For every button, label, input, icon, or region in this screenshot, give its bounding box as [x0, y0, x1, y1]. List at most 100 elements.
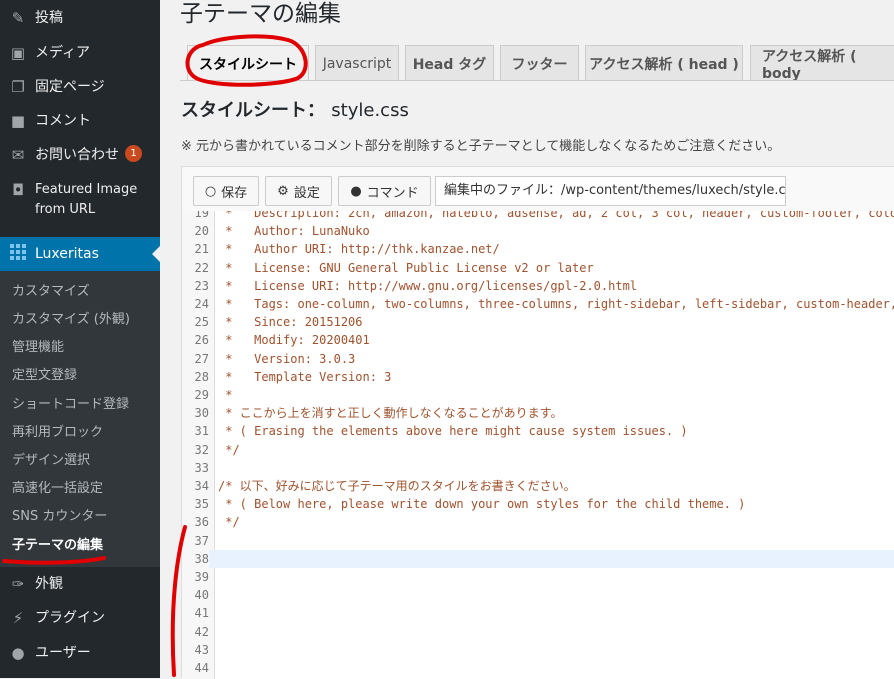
tab-stylesheet[interactable]: スタイルシート — [187, 45, 309, 81]
menu-plugins[interactable]: ⚡ プラグイン — [0, 608, 160, 628]
code-line[interactable]: 30 * ここから上を消すと正しく動作しなくなることがあります。 — [182, 404, 894, 422]
line-number: 21 — [194, 242, 209, 257]
menu-appearance[interactable]: ✑ 外観 — [0, 574, 160, 594]
menu-media[interactable]: ▣ メディア — [0, 43, 160, 63]
line-number: 37 — [194, 533, 209, 548]
settings-button-label: 設定 — [293, 185, 320, 201]
code-line[interactable]: 41 — [182, 604, 894, 622]
code-line[interactable]: 28 * Template Version: 3 — [182, 368, 894, 386]
line-text: * Author: LunaNuko — [218, 224, 370, 239]
admin-sidebar: ✎ 投稿 ▣ メディア ❐ 固定ページ ■ コメント ✉ お問い合わせ 1 ◘ … — [0, 0, 160, 678]
line-text: * ( Erasing the elements above here migh… — [218, 424, 688, 439]
submenu-customize[interactable]: カスタマイズ — [12, 283, 90, 301]
notification-badge: 1 — [125, 145, 142, 162]
submenu-shortcodes[interactable]: ショートコード登録 — [12, 396, 129, 414]
line-number: 33 — [194, 460, 209, 475]
submenu-customize-appearance[interactable]: カスタマイズ (外観) — [12, 311, 130, 329]
code-line[interactable]: 39 — [182, 568, 894, 586]
tab-javascript[interactable]: Javascript — [315, 45, 399, 81]
code-line[interactable]: 26 * Modify: 20200401 — [182, 331, 894, 349]
line-number: 27 — [194, 351, 209, 366]
menu-luxeritas[interactable]: Luxeritas — [0, 237, 160, 271]
menu-featured-image-label: Featured Image from URL — [35, 182, 138, 217]
code-line[interactable]: 38 — [182, 549, 894, 568]
menu-pages[interactable]: ❐ 固定ページ — [0, 77, 160, 97]
submenu-sns-counter[interactable]: SNS カウンター — [12, 508, 107, 526]
menu-media-label: メディア — [35, 45, 91, 61]
line-text: /* 以下、好みに応じて子テーマ用のスタイルをお書きください。 — [218, 479, 576, 493]
menu-appearance-label: 外観 — [35, 576, 63, 592]
line-number: 31 — [194, 424, 209, 439]
line-text: * Description: 2ch, amazon, hateblo, ads… — [218, 211, 894, 220]
menu-users[interactable]: ● ユーザー — [0, 643, 160, 663]
lightbulb-icon: ● — [350, 183, 362, 199]
luxeritas-submenu: カスタマイズ カスタマイズ (外観) 管理機能 定型文登録 ショートコード登録 … — [0, 271, 160, 567]
comment-icon: ■ — [10, 112, 26, 130]
menu-luxeritas-label: Luxeritas — [35, 246, 99, 262]
submenu-speed-settings[interactable]: 高速化一括設定 — [12, 480, 103, 498]
code-line[interactable]: 40 — [182, 586, 894, 604]
line-number: 36 — [194, 515, 209, 530]
sheet-heading-label: スタイルシート： — [181, 100, 325, 121]
sheet-heading: スタイルシート： style.css — [181, 96, 409, 122]
code-line[interactable]: 27 * Version: 3.0.3 — [182, 350, 894, 368]
code-line[interactable]: 24 * Tags: one-column, two-columns, thre… — [182, 295, 894, 313]
camera-icon: ◘ — [12, 181, 24, 199]
code-line[interactable]: 21 * Author URI: http://thk.kanzae.net/ — [182, 240, 894, 258]
tab-analytics-body[interactable]: アクセス解析 ( body — [750, 45, 894, 82]
code-editor[interactable]: 19 * Description: 2ch, amazon, hateblo, … — [182, 211, 894, 679]
save-button[interactable]: ○ 保存 — [193, 176, 259, 206]
submenu-child-theme-edit[interactable]: 子テーマの編集 — [12, 537, 103, 555]
code-line[interactable]: 29 * — [182, 386, 894, 404]
editing-file-field[interactable]: 編集中のファイル：/wp-content/themes/luxech/style… — [435, 176, 786, 206]
menu-posts[interactable]: ✎ 投稿 — [0, 8, 160, 28]
code-line[interactable]: 43 — [182, 641, 894, 659]
line-text: */ — [218, 442, 240, 457]
line-text: * Template Version: 3 — [218, 369, 392, 384]
menu-featured-image[interactable]: ◘ Featured Image from URL — [0, 180, 160, 220]
circle-icon: ○ — [204, 183, 217, 199]
line-text: * License: GNU General Public License v2… — [218, 260, 594, 275]
settings-button[interactable]: ⚙ 設定 — [265, 176, 332, 206]
code-line[interactable]: 37 — [182, 532, 894, 550]
line-number: 26 — [194, 333, 209, 348]
code-line[interactable]: 33 — [182, 459, 894, 477]
submenu-design-select[interactable]: デザイン選択 — [12, 452, 90, 470]
save-button-label: 保存 — [221, 185, 248, 201]
line-number: 30 — [194, 406, 209, 421]
code-line[interactable]: 36 */ — [182, 513, 894, 531]
menu-comments[interactable]: ■ コメント — [0, 111, 160, 131]
menu-posts-label: 投稿 — [35, 10, 63, 26]
code-line[interactable]: 42 — [182, 623, 894, 641]
code-line[interactable]: 19 * Description: 2ch, amazon, hateblo, … — [182, 211, 894, 222]
menu-comments-label: コメント — [35, 113, 91, 129]
gear-icon: ⚙ — [277, 183, 289, 199]
tab-analytics-head[interactable]: アクセス解析 ( head ) — [585, 45, 743, 81]
command-button[interactable]: ● コマンド — [338, 176, 431, 206]
code-line[interactable]: 22 * License: GNU General Public License… — [182, 259, 894, 277]
submenu-reusable-blocks[interactable]: 再利用ブロック — [12, 424, 103, 442]
editor-toolbar: ○ 保存 ⚙ 設定 ● コマンド 編集中のファイル：/wp-content/th… — [182, 167, 894, 211]
editor-panel: ○ 保存 ⚙ 設定 ● コマンド 編集中のファイル：/wp-content/th… — [181, 166, 894, 679]
code-line[interactable]: 31 * ( Erasing the elements above here m… — [182, 422, 894, 440]
code-line[interactable]: 20 * Author: LunaNuko — [182, 222, 894, 240]
tab-footer[interactable]: フッター — [500, 45, 579, 81]
line-number: 19 — [194, 211, 209, 220]
code-line[interactable]: 35 * ( Below here, please write down you… — [182, 495, 894, 513]
media-icon: ▣ — [10, 44, 26, 62]
code-line[interactable]: 25 * Since: 20151206 — [182, 313, 894, 331]
code-line[interactable]: 34 /* 以下、好みに応じて子テーマ用のスタイルをお書きください。 — [182, 477, 894, 495]
menu-contact[interactable]: ✉ お問い合わせ 1 — [0, 145, 160, 165]
submenu-phrases[interactable]: 定型文登録 — [12, 367, 77, 385]
line-number: 32 — [194, 442, 209, 457]
tab-head[interactable]: Head タグ — [405, 45, 494, 81]
submenu-admin-functions[interactable]: 管理機能 — [12, 339, 64, 357]
code-line[interactable]: 32 */ — [182, 441, 894, 459]
line-number: 43 — [194, 642, 209, 657]
menu-plugins-label: プラグイン — [35, 610, 105, 626]
notice-text: ※ 元から書かれているコメント部分を削除すると子テーマとして機能しなくなるためご… — [181, 139, 781, 154]
code-line[interactable]: 23 * License URI: http://www.gnu.org/lic… — [182, 277, 894, 295]
line-text: */ — [218, 515, 240, 530]
code-line[interactable]: 44 — [182, 659, 894, 677]
line-text: * ( Below here, please write down your o… — [218, 497, 746, 512]
